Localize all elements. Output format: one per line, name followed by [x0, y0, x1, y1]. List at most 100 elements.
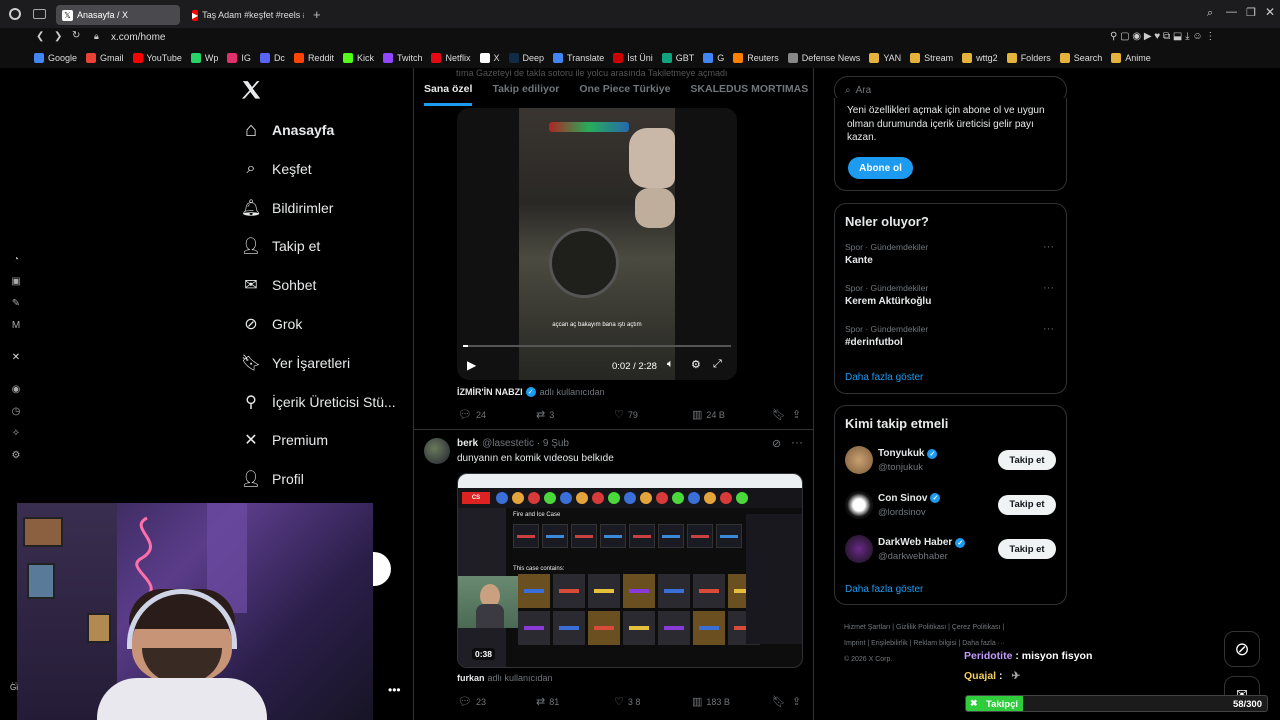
trends-show-more[interactable]: Daha fazla göster: [845, 372, 923, 383]
follow-suggestion-name[interactable]: Tonyukuk ✓: [878, 448, 938, 459]
follow-suggestion-name[interactable]: Con Sinov ✓: [878, 493, 941, 504]
bookmark-item[interactable]: YAN: [869, 53, 901, 63]
video-settings-icon[interactable]: ⚙: [691, 358, 701, 371]
reload-icon[interactable]: ↻: [72, 30, 80, 41]
nav-item-8[interactable]: ⚲ İçerik Üreticisi Stü...: [242, 387, 396, 417]
source-name[interactable]: furkan: [457, 673, 485, 683]
nav-item-1[interactable]: ⌂ Anasayfa: [242, 115, 334, 145]
bookmark-item[interactable]: YouTube: [132, 53, 182, 63]
follow-button[interactable]: Takip et: [998, 494, 1056, 515]
nav-item-7[interactable]: 🔖︎ Yer İşaretleri: [241, 348, 350, 378]
like-button[interactable]: ♡ 79: [614, 408, 692, 421]
nav-item-2[interactable]: ⌕ Keşfet: [242, 154, 312, 184]
retweet-button[interactable]: ⇄ 81: [536, 695, 614, 708]
forward-icon[interactable]: ❯: [54, 31, 62, 42]
bookmark-item[interactable]: Defense News: [787, 53, 860, 63]
maximize-icon[interactable]: ❐: [1246, 6, 1256, 19]
trend-item[interactable]: #derinfutbol: [845, 337, 903, 348]
video-progress-track[interactable]: [463, 345, 731, 347]
views-button[interactable]: ▥ 24 B: [692, 408, 772, 421]
history-icon[interactable]: ◔: [10, 254, 22, 266]
reply-button[interactable]: 💬︎ 24: [458, 408, 536, 421]
follow-button[interactable]: Takip et: [998, 539, 1056, 559]
tweet-video[interactable]: açcan aç bakayım bana ıştı açtım ▶ 0:02 …: [457, 108, 737, 380]
bookmark-item[interactable]: Google: [34, 53, 77, 63]
browser-logo-icon[interactable]: [9, 8, 21, 20]
follow-show-more[interactable]: Daha fazla göster: [845, 584, 923, 595]
close-window-icon[interactable]: ✕: [1265, 5, 1275, 19]
follow-button[interactable]: Takip et: [998, 450, 1056, 470]
more-options-icon[interactable]: ···: [1043, 323, 1054, 335]
bookmark-item[interactable]: Dc: [259, 53, 285, 63]
wallet-icon[interactable]: ▣: [10, 276, 22, 288]
nav-item-6[interactable]: ⊘ Grok: [242, 309, 302, 339]
bookmark-item[interactable]: Kick: [342, 53, 374, 63]
avatar[interactable]: [424, 438, 450, 464]
subscribe-button[interactable]: Abone ol: [848, 157, 913, 179]
bookmark-tweet-icon[interactable]: 🔖︎: [772, 408, 792, 421]
minimize-icon[interactable]: —: [1226, 6, 1237, 18]
back-icon[interactable]: ❮: [36, 31, 44, 42]
bookmark-item[interactable]: wttg2: [962, 53, 998, 63]
extensions-icon[interactable]: ✧: [10, 428, 22, 440]
bookmark-item[interactable]: Search: [1059, 53, 1102, 63]
views-button[interactable]: ▥ 183 B: [692, 695, 772, 708]
bookmark-item[interactable]: İst Üni: [613, 53, 653, 63]
bookmark-tweet-icon[interactable]: 🔖︎: [772, 695, 792, 708]
trend-item[interactable]: Kerem Aktürkoğlu: [845, 296, 931, 307]
bookmark-item[interactable]: Netflix: [431, 53, 471, 63]
avatar[interactable]: [845, 535, 873, 563]
source-name[interactable]: İZMİR'İN NABZI: [457, 387, 523, 397]
player-icon[interactable]: ◉: [10, 384, 22, 396]
bookmark-item[interactable]: X: [479, 53, 500, 63]
bookmark-item[interactable]: IG: [227, 53, 251, 63]
avatar[interactable]: [845, 446, 873, 474]
x-app-icon[interactable]: ✕: [10, 352, 22, 364]
volume-icon[interactable]: 🔈︎: [667, 358, 674, 371]
url-field[interactable]: x.com/home: [111, 32, 165, 43]
reply-button[interactable]: 💬︎ 23: [458, 695, 536, 708]
settings-icon[interactable]: ⚙: [10, 450, 22, 462]
more-options-icon[interactable]: ···: [1043, 282, 1054, 294]
feed-tab-3[interactable]: One Piece Türkiye: [579, 76, 670, 110]
more-options-icon[interactable]: ···: [791, 435, 803, 449]
share-icon[interactable]: ⇪: [792, 695, 801, 708]
bookmark-item[interactable]: Deep: [508, 53, 544, 63]
search-tabs-icon[interactable]: ⌕: [1207, 7, 1213, 20]
feed-tab-1[interactable]: Sana özel: [424, 76, 473, 106]
bookmark-item[interactable]: Translate: [553, 53, 604, 63]
bookmark-item[interactable]: Reuters: [733, 53, 779, 63]
more-options-icon[interactable]: ···: [1043, 241, 1054, 253]
bookmark-item[interactable]: Twitch: [382, 53, 422, 63]
more-options-icon[interactable]: •••: [388, 683, 401, 697]
grok-explain-icon[interactable]: ⊘: [772, 437, 781, 450]
like-button[interactable]: ♡ 3 8: [614, 695, 692, 708]
follow-suggestion-name[interactable]: DarkWeb Haber ✓: [878, 537, 966, 548]
tab-youtube[interactable]: ▶ Taş Adam #keşfet #reels #: [186, 5, 304, 25]
notes-icon[interactable]: ✎: [10, 298, 22, 310]
nav-item-3[interactable]: 🔔︎ Bildirimler: [241, 193, 334, 223]
author-name[interactable]: berk: [457, 438, 478, 449]
retweet-button[interactable]: ⇄ 3: [536, 408, 614, 421]
workspaces-icon[interactable]: [33, 9, 46, 19]
bookmark-item[interactable]: G: [703, 53, 724, 63]
play-icon[interactable]: ▶: [467, 358, 476, 372]
bookmark-item[interactable]: Reddit: [293, 53, 334, 63]
tab-home[interactable]: 𝕏 Anasayfa / X: [56, 5, 180, 25]
tweet-video[interactable]: CS Fire and Ice Case This case contains:…: [457, 473, 803, 668]
bookmark-item[interactable]: Stream: [910, 53, 953, 63]
new-tab-icon[interactable]: +: [313, 7, 321, 22]
bookmark-item[interactable]: Anime: [1111, 53, 1151, 63]
bookmark-item[interactable]: Folders: [1006, 53, 1051, 63]
mail-app-icon[interactable]: M: [10, 320, 22, 332]
extensions-icons[interactable]: ⚲ ▢ ◉ ▶ ♥ ⧉ ⬓ ⤓ ☺ ⋮: [1110, 31, 1215, 42]
fullscreen-icon[interactable]: ⤢: [713, 358, 722, 371]
author-handle[interactable]: @lasestetic · 9 Şub: [482, 438, 569, 449]
bookmark-item[interactable]: Wp: [190, 53, 218, 63]
feed-tab-4[interactable]: SKALEDUS MORTIMAS: [690, 76, 808, 110]
nav-item-4[interactable]: 👤︎ Takip et: [241, 231, 320, 261]
share-icon[interactable]: ⇪: [792, 408, 801, 421]
nav-item-10[interactable]: 👤︎ Profil: [241, 464, 304, 494]
x-logo-icon[interactable]: [242, 80, 262, 99]
bookmark-item[interactable]: GBT: [661, 53, 694, 63]
